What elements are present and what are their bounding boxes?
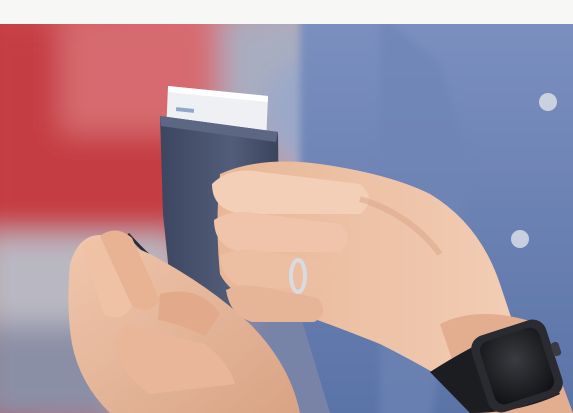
product-photo [0, 24, 573, 413]
shirt-button [511, 230, 529, 248]
photo-illustration [0, 24, 573, 413]
shirt-button [539, 93, 557, 111]
top-white-strip [0, 0, 573, 24]
photo-frame [0, 0, 573, 413]
